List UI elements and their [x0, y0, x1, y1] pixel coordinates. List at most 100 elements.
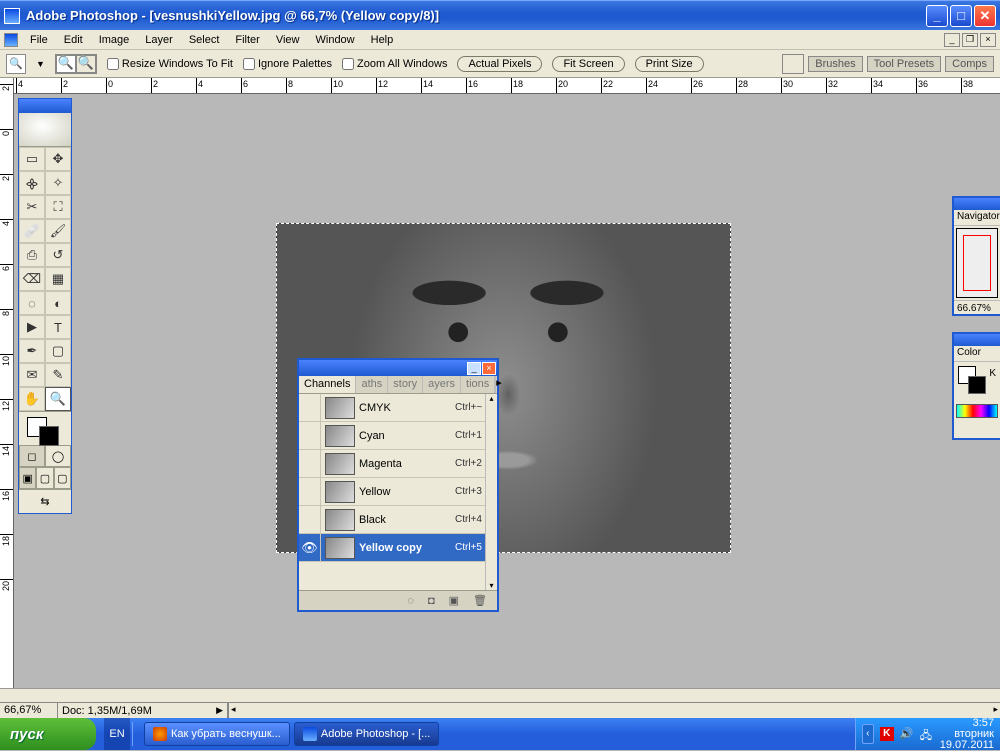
language-indicator[interactable]: EN	[104, 718, 130, 750]
mdi-minimize-button[interactable]: _	[944, 33, 960, 47]
dodge-tool[interactable]: ◐	[45, 291, 71, 315]
zoom-tool-icon[interactable]: 🔍	[6, 54, 26, 74]
background-color[interactable]	[39, 426, 59, 446]
maximize-button[interactable]: □	[950, 5, 972, 27]
close-button[interactable]: ✕	[974, 5, 996, 27]
screen-mode-full-menubar[interactable]: ▢	[36, 467, 53, 489]
visibility-toggle[interactable]	[299, 422, 321, 449]
document-icon[interactable]	[4, 33, 18, 47]
screen-mode-full[interactable]: ▢	[54, 467, 71, 489]
slice-tool[interactable]: ⛶	[45, 195, 71, 219]
zoom-out-button[interactable]: 🔍	[76, 55, 96, 73]
magic-wand-tool[interactable]: ✧	[45, 171, 71, 195]
file-browser-icon[interactable]	[782, 54, 804, 74]
healing-brush-tool[interactable]: 🩹	[19, 219, 45, 243]
color-bg-swatch[interactable]	[968, 376, 986, 394]
gradient-tool[interactable]: ▦	[45, 267, 71, 291]
visibility-toggle[interactable]	[299, 478, 321, 505]
color-titlebar[interactable]	[954, 334, 1000, 346]
clock[interactable]: 3:57 вторник 19.07.2011	[940, 718, 994, 751]
panel-scrollbar[interactable]	[485, 394, 497, 590]
channel-row[interactable]: YellowCtrl+3	[299, 478, 497, 506]
channel-row[interactable]: BlackCtrl+4	[299, 506, 497, 534]
crop-tool[interactable]: ✂	[19, 195, 45, 219]
horizontal-scrollbar[interactable]	[228, 703, 1000, 718]
path-selection-tool[interactable]: ▶	[19, 315, 45, 339]
screen-mode-standard[interactable]: ▣	[19, 467, 36, 489]
print-size-button[interactable]: Print Size	[635, 56, 704, 72]
menu-help[interactable]: Help	[363, 32, 402, 48]
visibility-toggle[interactable]: 👁	[299, 534, 321, 561]
fit-screen-button[interactable]: Fit Screen	[552, 56, 624, 72]
menu-edit[interactable]: Edit	[56, 32, 91, 48]
panel-close-button[interactable]: ×	[482, 362, 496, 375]
brush-tool[interactable]: 🖌	[45, 219, 71, 243]
tab-layers[interactable]: ayers	[423, 376, 461, 393]
minimize-button[interactable]: _	[926, 5, 948, 27]
dock-tab-comps[interactable]: Comps	[945, 56, 994, 72]
menu-filter[interactable]: Filter	[227, 32, 267, 48]
jump-to-imageready-button[interactable]: ⇆	[19, 489, 71, 513]
tray-icon[interactable]: 🖧	[920, 727, 934, 741]
status-zoom[interactable]: 66,67%	[0, 703, 58, 718]
navigator-tab[interactable]: Navigator	[954, 210, 1000, 226]
actual-pixels-button[interactable]: Actual Pixels	[457, 56, 542, 72]
tray-expand-button[interactable]: ‹	[862, 724, 874, 744]
ignore-palettes-checkbox[interactable]: Ignore Palettes	[243, 58, 332, 70]
menu-layer[interactable]: Layer	[137, 32, 181, 48]
blur-tool[interactable]: ◌	[19, 291, 45, 315]
channel-row[interactable]: CyanCtrl+1	[299, 422, 497, 450]
kaspersky-icon[interactable]: K	[880, 727, 894, 741]
menu-window[interactable]: Window	[308, 32, 363, 48]
color-ramp[interactable]	[956, 404, 998, 418]
delete-channel-button[interactable]: 🗑	[473, 594, 487, 607]
channel-row[interactable]: CMYKCtrl+~	[299, 394, 497, 422]
shape-tool[interactable]: ▢	[45, 339, 71, 363]
menu-view[interactable]: View	[268, 32, 308, 48]
eraser-tool[interactable]: ⌫	[19, 267, 45, 291]
dropdown-icon[interactable]: ▼	[36, 59, 45, 69]
taskbar-item-photoshop[interactable]: Adobe Photoshop - [...	[294, 722, 439, 746]
visibility-toggle[interactable]	[299, 506, 321, 533]
channel-row[interactable]: 👁Yellow copyCtrl+5	[299, 534, 497, 562]
lasso-tool[interactable]: ᯽	[19, 171, 45, 195]
mdi-close-button[interactable]: ×	[980, 33, 996, 47]
clone-stamp-tool[interactable]: ⎙	[19, 243, 45, 267]
tray-icon[interactable]: 🔊	[900, 727, 914, 741]
start-button[interactable]: пуск	[0, 718, 96, 750]
load-selection-button[interactable]: ◌	[407, 595, 414, 607]
panel-titlebar[interactable]: _ ×	[299, 360, 497, 376]
tab-history[interactable]: story	[388, 376, 423, 393]
quick-mask-button[interactable]: ◯	[45, 445, 71, 467]
color-tab[interactable]: Color	[954, 346, 1000, 362]
notes-tool[interactable]: ✉	[19, 363, 45, 387]
status-menu-icon[interactable]: ▶	[216, 705, 223, 716]
channel-row[interactable]: MagentaCtrl+2	[299, 450, 497, 478]
navigator-zoom[interactable]: 66.67%	[954, 300, 1000, 316]
status-doc-size[interactable]: Doc: 1,35M/1,69M▶	[58, 703, 228, 718]
zoom-all-checkbox[interactable]: Zoom All Windows	[342, 58, 447, 70]
eyedropper-tool[interactable]: ✎	[45, 363, 71, 387]
dock-tab-brushes[interactable]: Brushes	[808, 56, 862, 72]
zoom-tool[interactable]: 🔍	[45, 387, 71, 411]
marquee-tool[interactable]: ▭	[19, 147, 45, 171]
zoom-in-button[interactable]: 🔍	[56, 55, 76, 73]
menu-select[interactable]: Select	[181, 32, 228, 48]
dock-tab-tool-presets[interactable]: Tool Presets	[867, 56, 942, 72]
type-tool[interactable]: T	[45, 315, 71, 339]
ruler-vertical[interactable]: 202468101214161820	[0, 78, 14, 688]
resize-windows-checkbox[interactable]: Resize Windows To Fit	[107, 58, 233, 70]
navigator-preview[interactable]	[956, 228, 998, 298]
color-swatches[interactable]	[19, 411, 71, 445]
panel-menu-button[interactable]: ▸	[495, 376, 502, 393]
tab-channels[interactable]: Channels	[299, 376, 356, 393]
new-channel-button[interactable]: ▣	[449, 594, 459, 607]
visibility-toggle[interactable]	[299, 394, 321, 421]
hand-tool[interactable]: ✋	[19, 387, 45, 411]
move-tool[interactable]: ✥	[45, 147, 71, 171]
toolbox-titlebar[interactable]	[19, 99, 71, 113]
tab-actions[interactable]: tions	[461, 376, 495, 393]
mdi-restore-button[interactable]: ❐	[962, 33, 978, 47]
ruler-horizontal[interactable]: 4202468101214161820222426283032343638	[14, 78, 1000, 94]
navigator-titlebar[interactable]	[954, 198, 1000, 210]
